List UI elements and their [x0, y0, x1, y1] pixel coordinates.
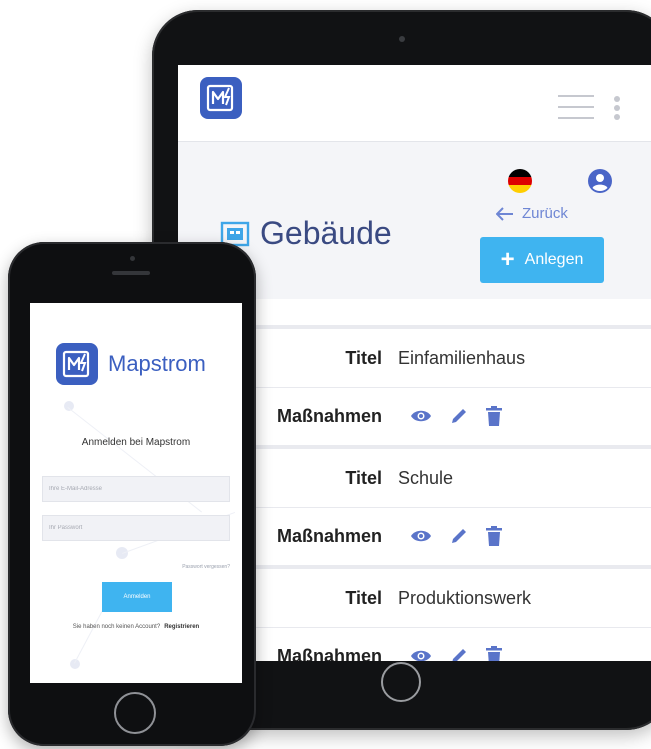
user-account-icon[interactable] — [588, 169, 612, 193]
password-input[interactable] — [42, 515, 230, 541]
login-button[interactable]: Anmelden — [102, 582, 172, 612]
page-title-text: Gebäude — [260, 215, 392, 251]
entry-title-row: Titel Einfamilienhaus — [198, 329, 651, 388]
entry-actions-row: Maßnahmen — [198, 507, 651, 566]
logo-icon — [56, 343, 98, 385]
email-input[interactable] — [42, 476, 230, 502]
phone-home-button[interactable] — [114, 692, 156, 734]
no-account-text: Sie haben noch keinen Account? — [72, 624, 161, 630]
create-button[interactable]: + Anlegen — [480, 237, 604, 283]
register-row: Sie haben noch keinen Account? Registrier… — [30, 624, 242, 630]
kebab-menu-icon[interactable] — [614, 96, 620, 120]
back-label: Zurück — [522, 205, 568, 222]
page-title: Gebäude — [220, 215, 392, 252]
entry-title: Schule — [398, 467, 454, 488]
trash-icon[interactable] — [486, 526, 502, 546]
trash-icon[interactable] — [486, 406, 502, 426]
hamburger-menu-icon[interactable] — [558, 95, 594, 119]
brand-name: Mapstrom — [108, 351, 206, 376]
phone-device: Mapstrom Anmelden bei Mapstrom Passwort … — [8, 242, 256, 746]
phone-camera — [130, 256, 135, 261]
plus-icon: + — [500, 246, 515, 273]
login-title: Anmelden bei Mapstrom — [81, 437, 191, 448]
pencil-icon[interactable] — [450, 407, 468, 425]
forgot-password-link[interactable]: Passwort vergessen? — [30, 564, 230, 570]
phone-screen: Mapstrom Anmelden bei Mapstrom Passwort … — [30, 303, 242, 683]
eye-icon[interactable] — [410, 409, 432, 423]
eye-icon[interactable] — [410, 529, 432, 543]
tablet-camera — [399, 36, 405, 42]
pencil-icon[interactable] — [450, 527, 468, 545]
entry-title-row: Titel Produktionswerk — [198, 569, 651, 628]
entry-title: Produktionswerk — [398, 587, 532, 608]
german-flag-icon[interactable] — [508, 169, 532, 193]
back-link[interactable]: Zurück — [496, 205, 568, 222]
entries-list: Titel Einfamilienhaus Maßnahmen Titel Sc… — [198, 299, 651, 661]
logo-icon[interactable] — [200, 77, 242, 119]
brand: Mapstrom — [56, 343, 206, 385]
eye-icon[interactable] — [410, 649, 432, 661]
tablet-home-button[interactable] — [381, 662, 421, 702]
entry-title-row: Titel Schule — [198, 449, 651, 508]
back-arrow-icon — [496, 206, 513, 221]
app-header — [178, 65, 651, 142]
phone-speaker — [112, 271, 150, 275]
create-button-label: Anlegen — [524, 251, 584, 268]
entry-title: Einfamilienhaus — [398, 347, 526, 368]
register-link[interactable]: Registrieren — [164, 624, 199, 630]
entry-actions-row: Maßnahmen — [198, 387, 651, 446]
trash-icon[interactable] — [486, 646, 502, 661]
pencil-icon[interactable] — [450, 647, 468, 661]
entry-actions-row: Maßnahmen — [198, 627, 651, 661]
